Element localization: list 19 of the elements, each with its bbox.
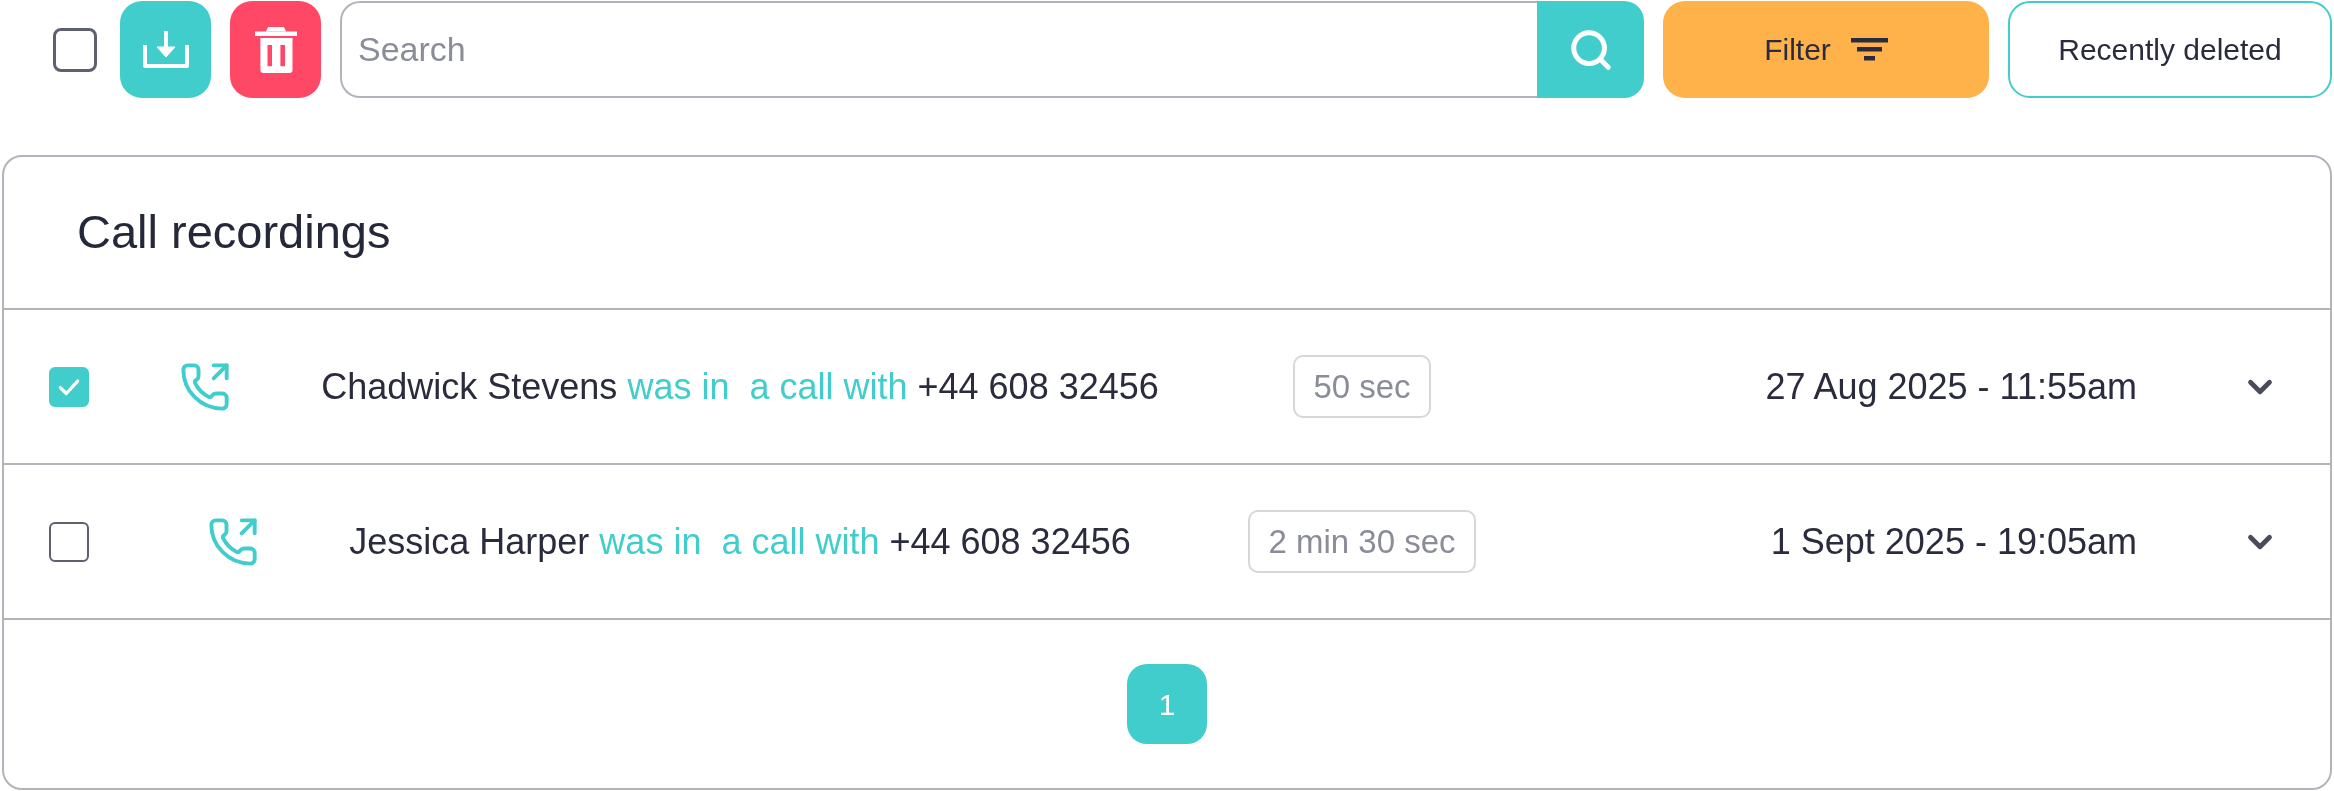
- filter-button[interactable]: Filter: [1663, 1, 1989, 98]
- call-date-time: 27 Aug 2025 - 11:55am: [1765, 364, 2137, 409]
- row-checkbox[interactable]: [49, 521, 89, 562]
- search-field[interactable]: Search: [340, 1, 1537, 98]
- call-summary: Jessica Harper was in a call with +44 608 32456: [349, 519, 1131, 564]
- row-checkbox[interactable]: [49, 366, 89, 407]
- trash-icon: [254, 26, 297, 73]
- delete-button[interactable]: [230, 1, 321, 98]
- phone-outgoing-icon: [207, 515, 260, 568]
- recently-deleted-button[interactable]: Recently deleted: [2008, 1, 2332, 98]
- select-all-checkbox[interactable]: [53, 27, 97, 72]
- filter-icon: [1850, 38, 1888, 61]
- call-date-time: 1 Sept 2025 - 19:05am: [1770, 519, 2137, 564]
- call-duration: 2 min 30 sec: [1248, 510, 1476, 573]
- call-summary: Chadwick Stevens was in a call with +44 608 32456: [321, 364, 1159, 409]
- phone-outgoing-icon: [179, 360, 232, 413]
- call-duration: 50 sec: [1293, 355, 1431, 418]
- panel-title: Call recordings: [77, 204, 391, 261]
- download-icon: [142, 30, 189, 69]
